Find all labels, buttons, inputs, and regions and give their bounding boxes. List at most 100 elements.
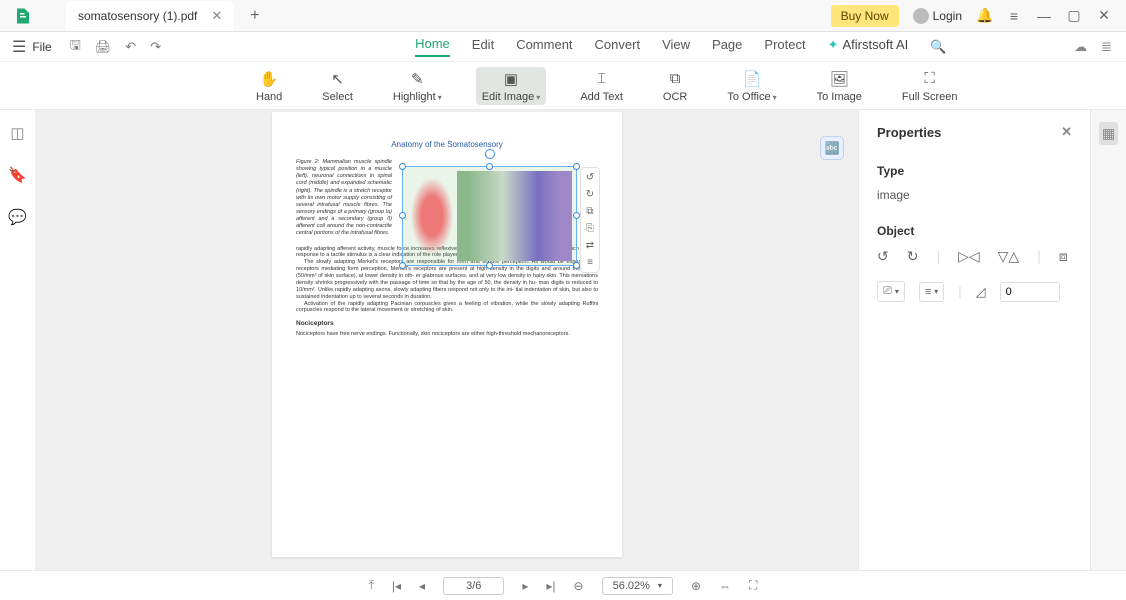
type-label: Type <box>877 164 1072 178</box>
properties-tab-icon[interactable]: ▦ <box>1099 122 1118 145</box>
scroll-top-icon[interactable]: ⤒ <box>369 578 374 593</box>
resize-handle-mr[interactable] <box>573 212 580 219</box>
angle-input[interactable] <box>1000 282 1060 302</box>
statusbar: ⤒ |◂ ◂ 3/6 ▸ ▸| ⊖ 56.02%▾ ⊕ ⇔ ⛶ <box>0 570 1126 600</box>
resize-handle-tl[interactable] <box>399 163 406 170</box>
tool-hand[interactable]: ✋Hand <box>250 67 288 105</box>
flip-h-icon[interactable]: ▷◁ <box>958 248 980 265</box>
document-title: Anatomy of the Somatosensory <box>296 140 598 149</box>
rotate-right-icon[interactable]: ↻ <box>586 189 594 200</box>
tab-view[interactable]: View <box>662 37 690 56</box>
menu-icon[interactable]: ≡ <box>1006 8 1022 24</box>
redo-icon[interactable]: ↷ <box>150 39 161 55</box>
hamburger-icon[interactable]: ☰ <box>12 37 26 57</box>
rotate-handle[interactable] <box>485 149 495 159</box>
close-panel-icon[interactable]: ✕ <box>1061 124 1072 140</box>
replace-icon[interactable]: ⇄ <box>586 240 594 251</box>
ai-label: Afirstsoft AI <box>843 37 909 52</box>
tool-edit-image[interactable]: ▣Edit Image▾ <box>476 67 547 105</box>
chevron-down-icon: ▾ <box>773 93 777 102</box>
zoom-out-icon[interactable]: ⊖ <box>574 579 584 593</box>
undo-icon[interactable]: ↶ <box>125 39 136 55</box>
sparkle-icon: ✦ <box>828 37 839 53</box>
tab-page[interactable]: Page <box>712 37 742 56</box>
login-button[interactable]: Login <box>913 8 962 24</box>
crop-tool-icon[interactable]: ⧈ <box>1059 248 1068 265</box>
tool-to-office[interactable]: 📄To Office▾ <box>721 67 782 105</box>
first-page-icon[interactable]: |◂ <box>392 579 401 593</box>
body-para-4: Nociceptors have free nerve endings. Fun… <box>296 331 598 338</box>
ocr-icon: ⧉ <box>670 69 681 89</box>
fit-page-icon[interactable]: ⛶ <box>749 578 757 593</box>
rotate-cw-icon[interactable]: ↻ <box>907 248 919 265</box>
fullscreen-icon: ⛶ <box>924 69 935 89</box>
next-page-icon[interactable]: ▸ <box>522 579 528 593</box>
highlight-icon: ✎ <box>411 69 424 89</box>
list-icon[interactable]: ≣ <box>1101 39 1112 55</box>
extract-icon[interactable]: ⎘ <box>586 223 594 234</box>
hand-icon: ✋ <box>260 69 279 89</box>
tab-convert[interactable]: Convert <box>595 37 641 56</box>
bookmarks-icon[interactable]: 🔖 <box>8 166 27 184</box>
document-tab[interactable]: somatosensory (1).pdf ✕ <box>66 1 234 31</box>
distribute-menu[interactable]: ≡ ▾ <box>919 282 944 302</box>
zoom-indicator[interactable]: 56.02%▾ <box>602 577 673 595</box>
tab-title: somatosensory (1).pdf <box>78 9 197 23</box>
print-icon[interactable]: 🖨 <box>95 39 112 55</box>
right-sidebar: ▦ <box>1090 110 1126 570</box>
ai-button[interactable]: ✦ Afirstsoft AI <box>828 37 909 57</box>
comments-icon[interactable]: 💬 <box>8 208 27 226</box>
resize-handle-tm[interactable] <box>486 163 493 170</box>
crop-icon[interactable]: ⧉ <box>586 206 593 217</box>
tool-add-text[interactable]: ⌶Add Text <box>574 67 629 105</box>
rotate-ccw-icon[interactable]: ↺ <box>877 248 889 265</box>
notification-icon[interactable]: 🔔 <box>976 7 992 24</box>
translate-float-button[interactable]: 🔤 <box>820 136 844 160</box>
tab-comment[interactable]: Comment <box>516 37 572 56</box>
resize-handle-bm[interactable] <box>486 262 493 269</box>
object-label: Object <box>877 224 1072 238</box>
thumbnails-icon[interactable]: ◫ <box>10 124 24 142</box>
tool-ocr[interactable]: ⧉OCR <box>657 67 693 105</box>
cloud-icon[interactable]: ☁ <box>1074 39 1087 55</box>
rotate-left-icon[interactable]: ↺ <box>586 172 594 183</box>
canvas[interactable]: Anatomy of the Somatosensory Figure 2: M… <box>36 110 858 570</box>
left-sidebar: ◫ 🔖 💬 <box>0 110 36 570</box>
resize-handle-tr[interactable] <box>573 163 580 170</box>
titlebar: somatosensory (1).pdf ✕ + Buy Now Login … <box>0 0 1126 32</box>
resize-handle-br[interactable] <box>573 262 580 269</box>
resize-handle-bl[interactable] <box>399 262 406 269</box>
new-tab-button[interactable]: + <box>244 5 265 27</box>
tool-full-screen[interactable]: ⛶Full Screen <box>896 67 964 105</box>
align-icon[interactable]: ≡ <box>587 257 593 268</box>
chevron-down-icon: ▾ <box>438 93 442 102</box>
file-menu[interactable]: File <box>32 40 51 54</box>
body-para-3: Activation of the rapidly adapting Pacin… <box>296 301 598 315</box>
prev-page-icon[interactable]: ◂ <box>419 579 425 593</box>
close-tab-icon[interactable]: ✕ <box>211 8 222 24</box>
tab-protect[interactable]: Protect <box>764 37 805 56</box>
image-content <box>407 171 572 261</box>
flip-v-icon[interactable]: ▽△ <box>998 248 1020 265</box>
tool-highlight[interactable]: ✎Highlight▾ <box>387 67 448 105</box>
cursor-icon: ↖ <box>331 69 344 89</box>
close-window-icon[interactable]: ✕ <box>1096 7 1112 24</box>
maximize-icon[interactable]: ▢ <box>1066 7 1082 24</box>
tab-home[interactable]: Home <box>415 36 450 57</box>
align-menu[interactable]: ⎚ ▾ <box>877 281 905 302</box>
last-page-icon[interactable]: ▸| <box>546 579 555 593</box>
app-logo <box>8 1 38 31</box>
fit-width-icon[interactable]: ⇔ <box>719 579 731 593</box>
page-indicator[interactable]: 3/6 <box>443 577 504 595</box>
tool-select[interactable]: ↖Select <box>316 67 359 105</box>
tool-to-image[interactable]: 🖼To Image <box>811 67 868 105</box>
save-icon[interactable]: 🖫 <box>70 36 81 58</box>
selected-image[interactable]: ↺ ↻ ⧉ ⎘ ⇄ ≡ <box>402 166 577 266</box>
login-label: Login <box>933 9 962 23</box>
search-icon[interactable]: 🔍 <box>930 39 946 55</box>
zoom-in-icon[interactable]: ⊕ <box>691 579 701 593</box>
tab-edit[interactable]: Edit <box>472 37 494 56</box>
resize-handle-ml[interactable] <box>399 212 406 219</box>
buy-now-button[interactable]: Buy Now <box>831 5 899 27</box>
minimize-icon[interactable]: — <box>1036 8 1052 24</box>
